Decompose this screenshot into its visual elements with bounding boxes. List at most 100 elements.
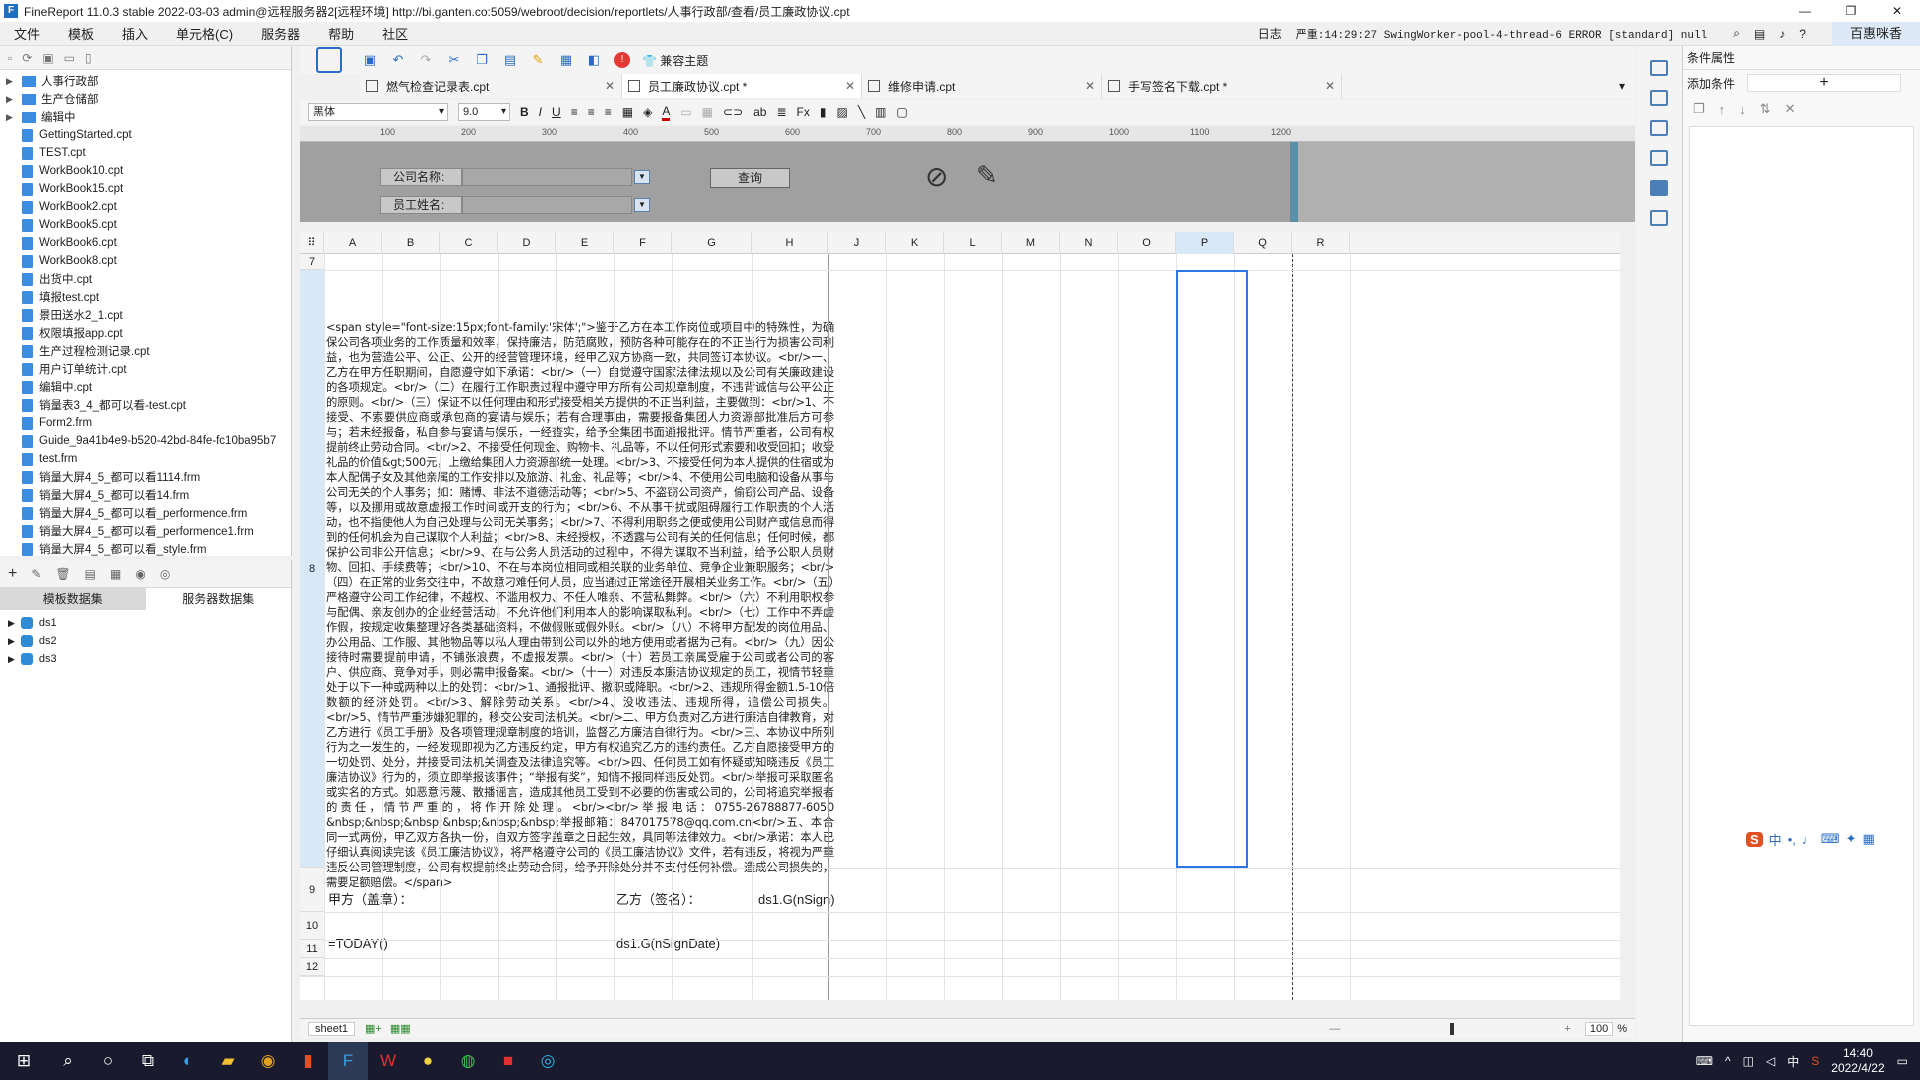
unmerge-icon[interactable]: ▦ [702,105,713,119]
align-right-icon[interactable]: ≡ [605,105,612,119]
delete-dataset-icon[interactable]: 🗑 [55,567,70,581]
tree-file[interactable]: 出货中.cpt [0,270,291,288]
frame-icon[interactable] [1650,150,1668,166]
tree-file[interactable]: Guide_9a41b4e9-b520-42bd-84fe-fc10ba95b7 [0,432,291,450]
italic-icon[interactable]: I [539,105,542,119]
column-header-A[interactable]: A [324,232,382,254]
cortana-icon[interactable]: ○ [88,1042,128,1080]
add-form-sheet-icon[interactable]: ▦▦ [390,1022,411,1035]
column-header-P[interactable]: P [1176,232,1234,254]
rich-text-icon[interactable]: ≣ [776,105,786,119]
search-app-icon[interactable]: ◎ [528,1042,568,1080]
cut-icon[interactable]: ✂ [446,52,462,68]
column-header-N[interactable]: N [1060,232,1118,254]
column-header-F[interactable]: F [614,232,672,254]
tree-file[interactable]: 销量大屏4_5_都可以看_performence1.frm [0,522,291,540]
dataset-item[interactable]: ▶ ds3 [0,650,291,668]
employee-dropdown-icon[interactable]: ▼ [634,198,650,212]
bold-icon[interactable]: B [520,105,529,119]
move-down-icon[interactable]: ↓ [1739,102,1746,117]
alert-icon[interactable]: ! [614,52,630,68]
menu-community[interactable]: 社区 [368,24,422,43]
wechat-icon[interactable]: ◍ [448,1042,488,1080]
delete-icon[interactable]: ✕ [1785,101,1796,117]
new-folder-icon[interactable]: ▫ [8,51,12,65]
formula-icon[interactable]: Fx [797,105,810,119]
compat-theme-button[interactable]: 👕 兼容主题 [642,52,708,69]
condition-attr-icon[interactable] [1650,180,1668,196]
link-icon[interactable] [1650,210,1668,226]
cell-attr-icon[interactable] [1650,60,1668,76]
party-b-label-cell[interactable]: 乙方（签名）： [616,890,701,910]
finereport-icon[interactable]: F [328,1042,368,1080]
restore-button[interactable]: ❐ [1828,0,1874,22]
move-up-icon[interactable]: ↑ [1719,102,1726,117]
expand-icon[interactable]: ▶ [6,94,13,105]
clock[interactable]: 14:40 2022/4/22 [1831,1046,1884,1076]
widget-icon[interactable]: ▢ [896,105,907,119]
text-icon[interactable]: ab [753,105,766,119]
undo-icon[interactable]: ↶ [390,52,406,68]
qq-icon[interactable]: ● [408,1042,448,1080]
image-icon[interactable]: ▨ [837,105,848,119]
edit-dataset-icon[interactable]: ✎ [31,567,41,581]
column-header-C[interactable]: C [440,232,498,254]
close-button[interactable]: ✕ [1874,0,1920,22]
row-header[interactable]: 8 [300,270,324,868]
add-sheet-icon[interactable]: ▦+ [365,1022,382,1035]
selected-cell[interactable] [1176,270,1248,868]
sub-report-icon[interactable]: ▥ [875,105,886,119]
network-icon[interactable]: ◫ [1743,1054,1754,1068]
copy-icon[interactable]: ❐ [474,52,490,68]
row-header[interactable]: 12 [300,958,324,976]
paste-icon[interactable]: ▤ [502,52,518,68]
tree-file[interactable]: WorkBook6.cpt [0,234,291,252]
tree-file[interactable]: 用户订单统计.cpt [0,360,291,378]
start-icon[interactable]: ⊞ [0,1042,48,1080]
tree-file[interactable]: 销量大屏4_5_都可以看_style.frm [0,540,291,558]
office-icon[interactable]: ▮ [288,1042,328,1080]
pencil-icon[interactable]: ✎ [976,160,998,191]
tree-folder[interactable]: ▶ 生产仓储部 [0,90,291,108]
notes-icon[interactable]: ▤ [1754,27,1765,41]
column-header-H[interactable]: H [752,232,828,254]
zoom-out-icon[interactable]: — [1329,1023,1340,1035]
copy-icon[interactable]: ▯ [85,51,92,65]
user-button[interactable]: 百惠咪香 [1831,21,1920,46]
tab-server-dataset[interactable]: 服务器数据集 [146,588,292,610]
align-left-icon[interactable]: ≡ [571,105,578,119]
task-view-icon[interactable]: ⧉ [128,1042,168,1080]
corner-cell[interactable]: ⠿ [300,232,324,254]
ime-punct-icon[interactable]: •, [1788,832,1796,847]
tree-file[interactable]: TEST.cpt [0,144,291,162]
log-message[interactable]: 严重:14:29:27 SwingWorker-pool-4-thread-6 … [1296,26,1707,42]
tree-file[interactable]: WorkBook5.cpt [0,216,291,234]
align-center-icon[interactable]: ≡ [588,105,595,119]
tree-file[interactable]: 权限填报app.cpt [0,324,291,342]
menu-cell[interactable]: 单元格(C) [162,24,247,43]
menu-help[interactable]: 帮助 [314,24,368,43]
grid-icon[interactable]: ▦ [1863,831,1875,847]
tree-folder[interactable]: ▶ 编辑中 [0,108,291,126]
tree-file[interactable]: 销量大屏4_5_都可以看14.frm [0,486,291,504]
format-painter-icon[interactable]: ✎ [530,52,546,68]
hyperlink-icon[interactable]: ⊂⊃ [723,105,743,119]
tab-employee-agreement[interactable]: 员工廉政协议.cpt * ✕ [622,74,862,98]
table-icon[interactable]: ▦ [110,567,121,581]
row-header[interactable]: 11 [300,940,324,958]
column-header-G[interactable]: G [672,232,752,254]
chart-icon[interactable]: ▮ [820,105,827,119]
expand-icon[interactable]: ▶ [6,112,13,123]
zoom-slider[interactable] [1450,1022,1455,1035]
column-header-R[interactable]: R [1292,232,1350,254]
close-tab-icon[interactable]: ✕ [835,79,855,93]
app-icon[interactable]: ■ [488,1042,528,1080]
tree-folder[interactable]: ▶ 人事行政部 [0,72,291,90]
today-formula-cell[interactable]: =TODAY() [328,934,388,954]
tree-file[interactable]: Form2.frm [0,414,291,432]
column-header-Q[interactable]: Q [1234,232,1292,254]
column-header-M[interactable]: M [1002,232,1060,254]
notification-icon[interactable]: ▭ [1897,1054,1908,1068]
tab-menu-icon[interactable]: ▾ [1619,79,1625,93]
ime-language[interactable]: 中 [1769,830,1782,849]
